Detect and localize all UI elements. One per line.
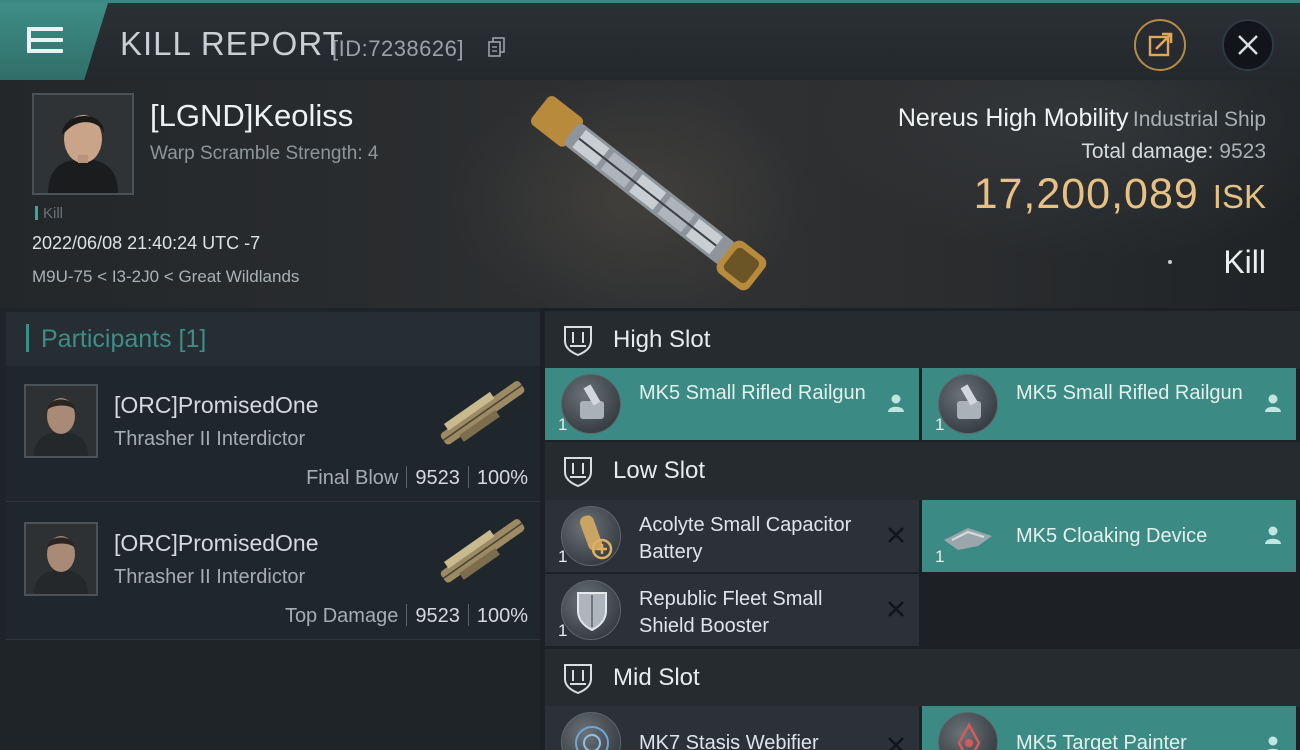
participant-ship: Thrasher II Interdictor xyxy=(114,428,306,450)
module-quantity: 1 xyxy=(935,415,945,434)
victim-ship-image[interactable] xyxy=(500,84,800,304)
participant-damage: 9523 xyxy=(415,467,460,489)
title-bar: KILL REPORT [ID:7238626] xyxy=(0,0,1300,80)
participant-role: Top Damage xyxy=(284,605,399,627)
cloaking-device-icon xyxy=(938,506,998,566)
stasis-webifier-icon xyxy=(561,712,621,750)
participant-card[interactable]: [ORC]PromisedOne Thrasher II Interdictor… xyxy=(6,504,540,640)
victim-name[interactable]: [LGND]Keoliss xyxy=(150,98,353,134)
participant-avatar xyxy=(24,384,98,458)
share-icon xyxy=(1148,32,1173,57)
ship-class: Industrial Ship xyxy=(1132,108,1266,131)
participant-damage: 9523 xyxy=(415,605,460,627)
module-name: MK5 Cloaking Device xyxy=(1016,525,1208,547)
menu-button[interactable] xyxy=(0,3,108,80)
railgun-icon xyxy=(938,374,998,434)
participants-header[interactable]: Participants [1] xyxy=(6,312,540,366)
module-name: Acolyte Small Capacitor Battery xyxy=(639,514,852,563)
module-name: MK7 Stasis Webifier xyxy=(639,732,819,750)
participant-stats: Final Blow 9523 100% xyxy=(306,466,528,490)
participant-percent: 100% xyxy=(476,467,528,489)
low-slot-header: Low Slot xyxy=(545,442,1300,500)
hamburger-menu-icon xyxy=(27,27,63,55)
share-button[interactable] xyxy=(1134,19,1186,71)
capacitor-battery-icon xyxy=(561,506,621,566)
isk-value: 17,200,089 ISK xyxy=(973,170,1266,218)
kill-tag: Kill xyxy=(35,205,63,222)
module-name: MK5 Target Painter xyxy=(1016,732,1187,750)
person-icon xyxy=(1265,394,1281,412)
module-item[interactable]: MK7 Stasis Webifier xyxy=(545,706,919,750)
mid-slot-header: Mid Slot xyxy=(545,649,1300,707)
result-label: Kill xyxy=(1223,244,1266,280)
slot-shield-icon xyxy=(564,664,592,695)
person-icon xyxy=(1265,526,1281,544)
module-item[interactable]: 1 MK5 Small Rifled Railgun xyxy=(545,368,919,440)
close-button[interactable] xyxy=(1222,19,1274,71)
cross-icon xyxy=(888,601,904,617)
participant-name: [ORC]PromisedOne xyxy=(114,392,319,418)
person-icon xyxy=(1267,736,1279,750)
decorative-dot xyxy=(1168,260,1172,264)
page-title: KILL REPORT xyxy=(120,25,344,62)
module-name: MK5 Small Rifled Railgun xyxy=(639,382,866,404)
railgun-icon xyxy=(561,374,621,434)
module-item[interactable]: 1 MK5 Small Rifled Railgun xyxy=(922,368,1296,440)
participant-role: Final Blow xyxy=(306,467,399,489)
module-item[interactable]: 1 Republic Fleet Small Shield Booster xyxy=(545,574,919,646)
pilot-portrait-image xyxy=(34,95,132,193)
ship-name: Nereus High Mobility xyxy=(897,104,1129,132)
victim-portrait[interactable] xyxy=(32,93,134,195)
close-icon xyxy=(1238,35,1258,55)
victim-ship[interactable]: Nereus High Mobility Industrial Ship xyxy=(898,104,1266,133)
total-damage: Total damage: 9523 xyxy=(1081,140,1266,163)
module-quantity: 1 xyxy=(935,547,945,566)
participant-percent: 100% xyxy=(476,605,528,627)
module-name: Republic Fleet Small Shield Booster xyxy=(639,588,823,637)
kill-location[interactable]: M9U-75 < I3-2J0 < Great Wildlands xyxy=(32,267,299,287)
participant-ship-image xyxy=(440,519,525,583)
module-item[interactable]: MK5 Target Painter xyxy=(922,706,1296,750)
high-slot-header: High Slot xyxy=(545,311,1300,369)
cross-icon xyxy=(888,527,904,543)
shield-booster-icon xyxy=(561,580,621,640)
participant-card[interactable]: [ORC]PromisedOne Thrasher II Interdictor… xyxy=(6,366,540,502)
target-painter-icon xyxy=(938,712,998,750)
participant-ship: Thrasher II Interdictor xyxy=(114,566,306,588)
report-id: [ID:7238626] xyxy=(332,36,464,61)
slot-shield-icon xyxy=(564,326,592,357)
low-slot-label: Low Slot xyxy=(613,457,706,484)
participant-ship-image xyxy=(440,381,525,445)
cross-icon xyxy=(888,737,904,750)
warp-scramble-strength: Warp Scramble Strength: 4 xyxy=(150,143,379,164)
kill-datetime: 2022/06/08 21:40:24 UTC -7 xyxy=(32,233,261,253)
module-quantity: 1 xyxy=(558,415,568,434)
module-name: MK5 Small Rifled Railgun xyxy=(1016,382,1243,404)
module-quantity: 1 xyxy=(558,621,568,640)
person-icon xyxy=(888,394,904,412)
module-quantity: 1 xyxy=(558,547,568,566)
module-item[interactable]: 1 MK5 Cloaking Device xyxy=(922,500,1296,572)
participant-name: [ORC]PromisedOne xyxy=(114,530,319,556)
module-item[interactable]: 1 Acolyte Small Capacitor Battery xyxy=(545,500,919,572)
participant-avatar xyxy=(24,522,98,596)
slot-shield-icon xyxy=(564,457,592,488)
mid-slot-label: Mid Slot xyxy=(613,664,700,691)
copy-icon[interactable] xyxy=(488,37,506,57)
participant-stats: Top Damage 9523 100% xyxy=(285,604,528,628)
high-slot-label: High Slot xyxy=(613,326,711,353)
